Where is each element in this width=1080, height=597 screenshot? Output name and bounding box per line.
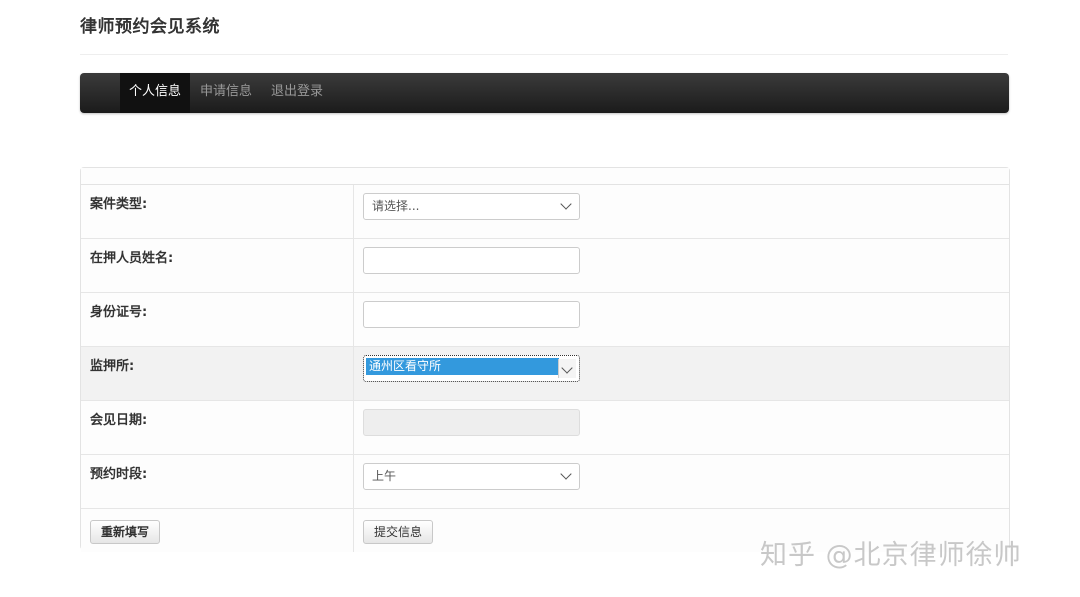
nav-item-logout[interactable]: 退出登录 xyxy=(262,73,332,113)
visit-date-input[interactable] xyxy=(363,409,580,436)
visit-date-label: 会见日期: xyxy=(81,401,354,454)
form-row-id-number: 身份证号: xyxy=(81,293,1009,347)
form-row-visit-date: 会见日期: xyxy=(81,401,1009,455)
page-title: 律师预约会见系统 xyxy=(80,17,220,37)
title-divider xyxy=(80,54,1008,55)
case-type-label: 案件类型: xyxy=(81,185,354,238)
detention-center-select[interactable]: 通州区看守所 xyxy=(363,355,580,382)
time-slot-value: 上午 xyxy=(372,469,397,483)
nav-item-personal-info[interactable]: 个人信息 xyxy=(120,73,191,113)
id-number-input[interactable] xyxy=(363,301,580,328)
case-type-select[interactable]: 请选择... xyxy=(363,193,580,220)
chevron-down-icon xyxy=(560,198,572,210)
chevron-down-icon xyxy=(560,468,572,480)
id-number-label: 身份证号: xyxy=(81,293,354,346)
submit-button[interactable]: 提交信息 xyxy=(363,520,434,544)
detainee-name-label: 在押人员姓名: xyxy=(81,239,354,292)
actions-left-cell: 重新填写 xyxy=(81,509,354,552)
detention-center-label: 监押所: xyxy=(81,347,354,400)
form-header xyxy=(81,168,1009,185)
reset-button[interactable]: 重新填写 xyxy=(90,520,161,544)
dropdown-button[interactable] xyxy=(558,359,576,378)
detention-center-value: 通州区看守所 xyxy=(366,358,559,375)
time-slot-label: 预约时段: xyxy=(81,455,354,508)
form-row-case-type: 案件类型: 请选择... xyxy=(81,185,1009,239)
case-type-placeholder: 请选择... xyxy=(372,199,420,213)
watermark-text: 知乎 @北京律师徐帅 xyxy=(760,540,1022,571)
form-row-detention-center: 监押所: 通州区看守所 xyxy=(81,347,1009,401)
form-row-time-slot: 预约时段: 上午 xyxy=(81,455,1009,509)
time-slot-select[interactable]: 上午 xyxy=(363,463,580,490)
chevron-down-icon xyxy=(561,362,573,374)
nav-item-application-info[interactable]: 申请信息 xyxy=(191,73,261,113)
detainee-name-input[interactable] xyxy=(363,247,580,274)
form-row-detainee-name: 在押人员姓名: xyxy=(81,239,1009,293)
top-navbar: 个人信息 申请信息 退出登录 xyxy=(80,73,1009,113)
appointment-form: 案件类型: 请选择... 在押人员姓名: 身份证号: 监押所: 通州区看守所 会… xyxy=(80,167,1010,552)
